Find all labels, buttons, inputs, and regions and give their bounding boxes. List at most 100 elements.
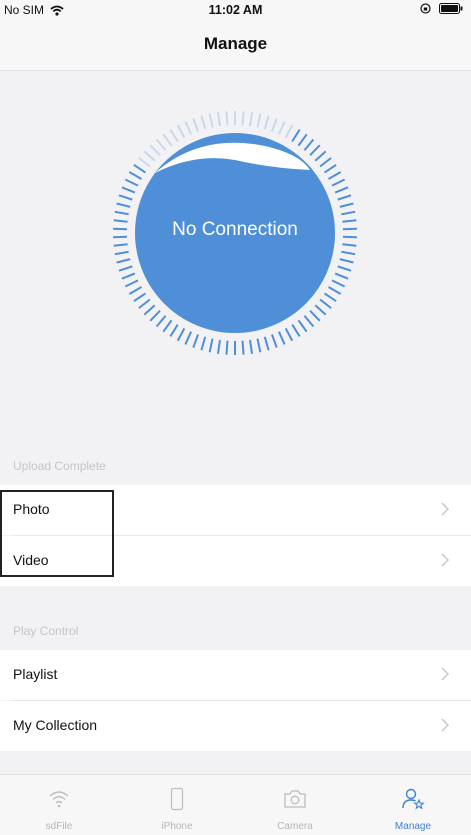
dial-tick [150,311,160,321]
dial-tick [325,165,337,173]
dial-tick [325,293,337,301]
dial-tick [193,118,198,131]
dial-tick [279,332,285,345]
dial-tick [134,293,146,301]
orientation-lock-icon [420,3,431,14]
dial-tick [272,118,277,131]
dial-tick [304,140,313,151]
dial-tick [122,273,135,278]
dial-tick [117,259,131,262]
dial-tick [286,328,293,340]
dial-tick [286,125,293,137]
dial-tick [210,114,213,128]
chevron-right-icon [441,718,449,732]
dial-tick [150,145,160,155]
connection-dial: No Connection [110,108,360,358]
list-item-video[interactable]: Video [0,536,471,586]
section-header-upload: Upload Complete [13,459,106,473]
dial-tick [115,212,129,214]
dial-tick [332,280,345,286]
dial-tick [341,212,355,214]
dial-tick [193,334,198,347]
dial-tick [122,187,135,192]
dial-tick [117,203,131,206]
dial-tick [144,151,154,160]
dial-tick [310,145,320,155]
dial-tick [338,266,351,270]
dial-tick [163,320,171,331]
dial-tick [125,280,138,286]
dial-tick [125,180,138,186]
dial-tick [218,340,220,354]
dial-tick [114,244,128,245]
dial-tick [201,337,205,350]
dial-tick [119,266,132,270]
dial-tick [170,130,177,142]
dial-tick [320,299,331,308]
dial-tick [210,339,213,353]
list-item-photo[interactable]: Photo [0,485,471,535]
dial-tick [329,287,341,294]
dial-tick [226,111,227,125]
status-time: 11:02 AM [0,3,471,17]
tab-label: Manage [354,821,471,832]
camera-icon [283,787,307,811]
dial-tick [335,273,348,278]
manage-user-icon [401,787,425,811]
dial-tick [298,134,306,145]
list-item-label: Playlist [13,666,57,682]
dial-tick [298,320,306,331]
tab-camera[interactable]: Camera [236,775,354,835]
dial-tick [257,114,260,128]
tab-sdfile[interactable]: sdFile [0,775,118,835]
dial-tick [157,316,166,327]
iphone-icon [165,787,189,811]
dial-tick [134,165,146,173]
dial-tick [304,316,313,327]
list-item-my-collection[interactable]: My Collection [0,701,471,751]
wifi-icon [47,787,71,811]
tab-iphone[interactable]: iPhone [118,775,236,835]
dial-tick [265,337,269,350]
dial-tick [315,151,325,160]
dial-tick [201,116,205,129]
dial-tick [139,299,150,308]
list-item-label: Photo [13,501,50,517]
dial-tick [185,332,191,345]
dial-tick [340,203,354,206]
dial-tick [310,311,320,321]
dial-tick [257,339,260,353]
dial-tick [119,195,132,199]
dial-tick [292,130,299,142]
dial-tick [279,122,285,135]
connection-status: No Connection [110,219,360,241]
dial-tick [144,305,154,314]
list-item-playlist[interactable]: Playlist [0,650,471,700]
dial-tick [139,158,150,167]
dial-tick [163,134,171,145]
dial-tick [320,158,331,167]
status-bar: No SIM 11:02 AM [0,0,471,20]
dial-tick [342,244,356,245]
status-right [420,3,463,14]
page-title: Manage [0,34,471,54]
dial-tick [332,180,345,186]
tab-label: sdFile [0,821,118,832]
dial-tick [250,340,252,354]
chevron-right-icon [441,553,449,567]
section-header-play-control: Play Control [13,624,78,638]
chevron-right-icon [441,502,449,516]
dial-tick [338,195,351,199]
dial-tick [272,334,277,347]
dial-tick [315,305,325,314]
dial-tick [250,112,252,126]
tab-manage[interactable]: Manage [354,775,471,835]
dial-tick [157,140,166,151]
chevron-right-icon [441,667,449,681]
dial-tick [178,328,185,340]
dial-tick [129,287,141,294]
tab-label: Camera [236,821,354,832]
dial-tick [185,122,191,135]
list-item-label: Video [13,552,49,568]
dial-tick [115,252,129,254]
